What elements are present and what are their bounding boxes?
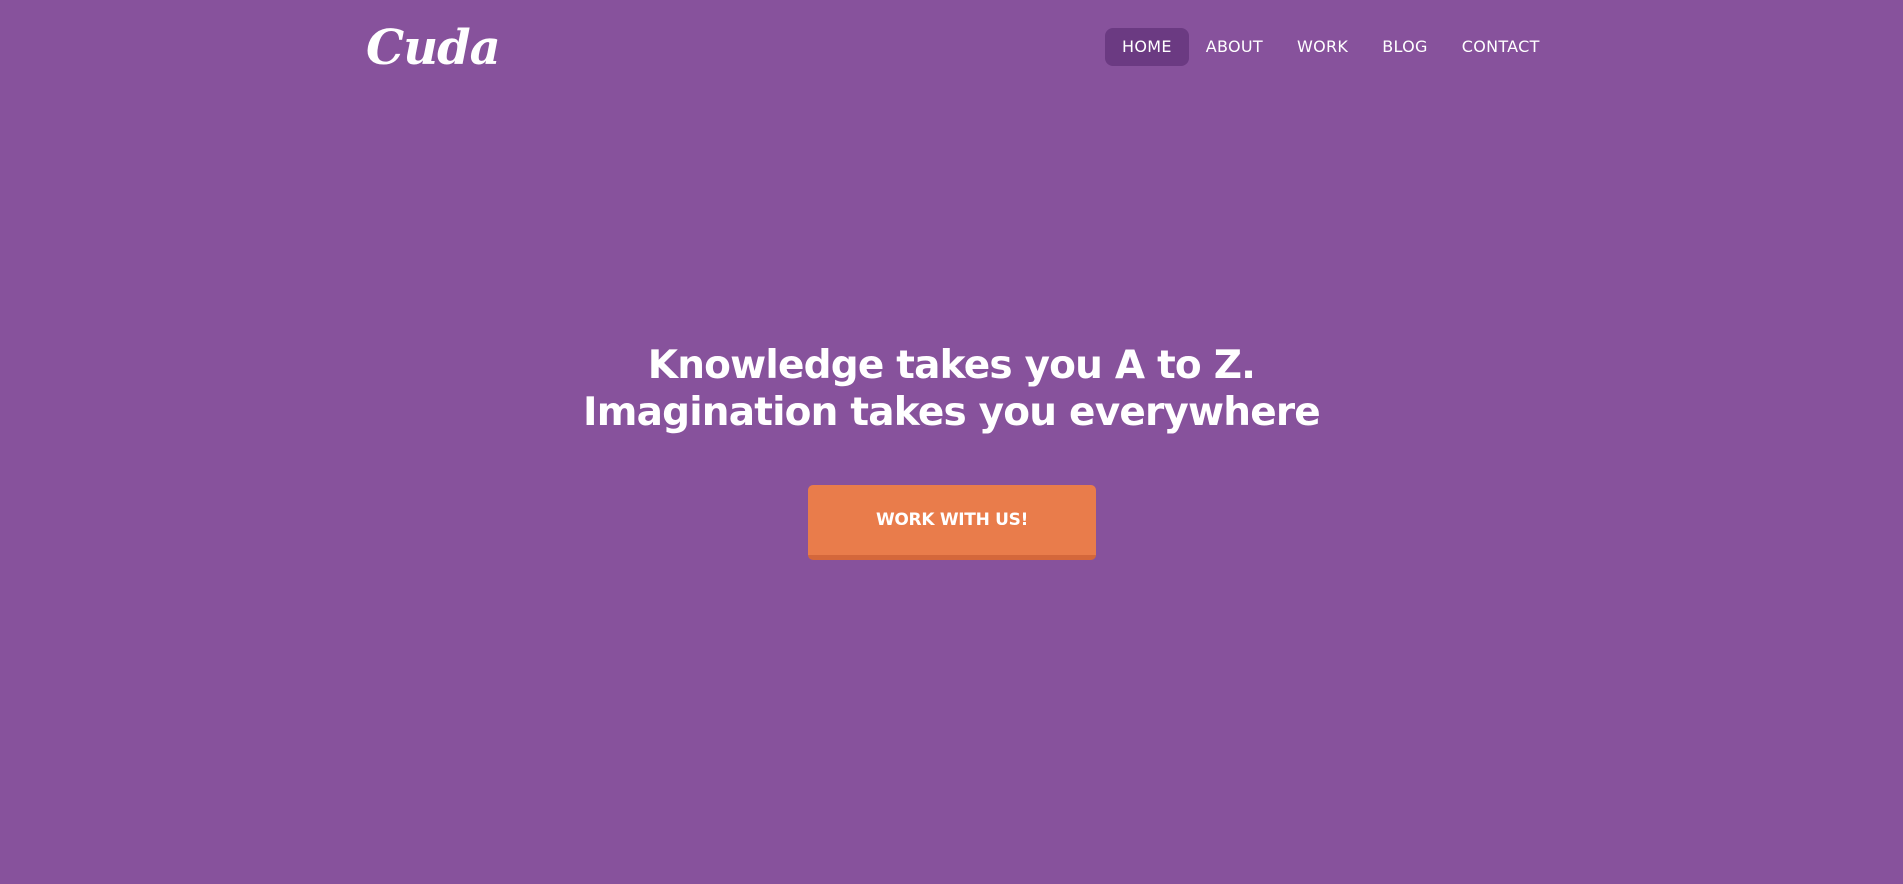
nav-item-home[interactable]: HOME [1105,28,1189,66]
logo[interactable]: Cuda [366,18,501,78]
nav-item-about[interactable]: ABOUT [1189,28,1280,66]
work-with-us-button[interactable]: WORK WITH US! [808,485,1096,560]
nav-item-work[interactable]: WORK [1280,28,1365,66]
site-header: Cuda HOME ABOUT WORK BLOG CONTACT [0,0,1903,95]
hero-headline: Knowledge takes you A to Z. Imagination … [0,342,1903,436]
main-nav: HOME ABOUT WORK BLOG CONTACT [1105,28,1557,66]
hero-headline-line-2: Imagination takes you everywhere [583,390,1321,435]
page: Cuda HOME ABOUT WORK BLOG CONTACT Knowle… [0,0,1903,884]
hero-section: Knowledge takes you A to Z. Imagination … [0,342,1903,436]
nav-item-contact[interactable]: CONTACT [1445,28,1557,66]
hero-headline-line-1: Knowledge takes you A to Z. [647,343,1256,388]
nav-item-blog[interactable]: BLOG [1365,28,1445,66]
